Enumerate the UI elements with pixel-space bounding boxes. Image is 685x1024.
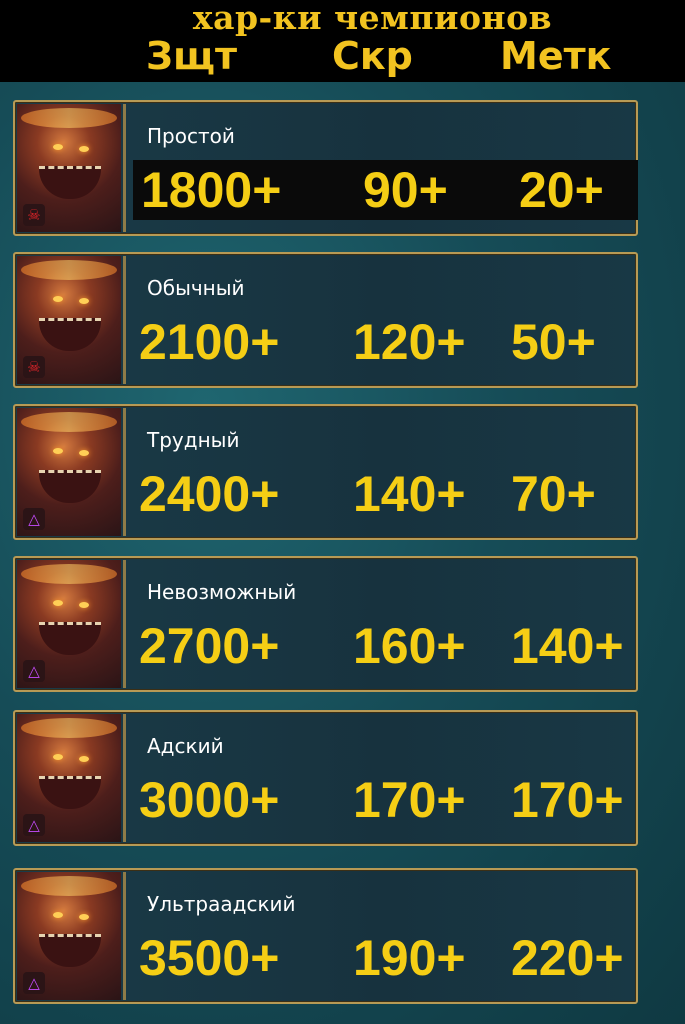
- accuracy-value: 20+: [519, 162, 604, 218]
- defense-value: 2100+: [139, 314, 280, 370]
- stat-values: 3000+ 170+ 170+: [133, 770, 638, 830]
- difficulty-row-easy[interactable]: ☠ Простой 1800+ 90+ 20+: [13, 100, 638, 236]
- stat-values: 2700+ 160+ 140+: [133, 616, 638, 676]
- header: хар-ки чемпионов Зщт Скр Метк: [0, 0, 685, 82]
- column-header-defense: Зщт: [146, 34, 238, 78]
- boss-portrait: ☠: [17, 104, 121, 232]
- defense-value: 3000+: [139, 772, 280, 828]
- difficulty-name: Ультраадский: [147, 892, 296, 916]
- difficulty-row-hell[interactable]: △ Адский 3000+ 170+ 170+: [13, 710, 638, 846]
- boss-portrait: △: [17, 408, 121, 536]
- boss-portrait: △: [17, 560, 121, 688]
- defense-value: 2400+: [139, 466, 280, 522]
- speed-value: 190+: [353, 930, 466, 986]
- boss-portrait: ☠: [17, 256, 121, 384]
- divider: [123, 104, 126, 232]
- column-header-accuracy: Метк: [500, 34, 612, 78]
- defense-value: 2700+: [139, 618, 280, 674]
- difficulty-name: Обычный: [147, 276, 245, 300]
- speed-value: 120+: [353, 314, 466, 370]
- divider: [123, 714, 126, 842]
- difficulty-row-normal[interactable]: ☠ Обычный 2100+ 120+ 50+: [13, 252, 638, 388]
- accuracy-value: 170+: [511, 772, 624, 828]
- boss-portrait: △: [17, 714, 121, 842]
- divider: [123, 560, 126, 688]
- difficulty-name: Адский: [147, 734, 224, 758]
- speed-value: 140+: [353, 466, 466, 522]
- speed-value: 160+: [353, 618, 466, 674]
- page: хар-ки чемпионов Зщт Скр Метк ☠ Простой …: [0, 0, 685, 1024]
- divider: [123, 872, 126, 1000]
- skull-icon: ☠: [23, 356, 45, 378]
- difficulty-name: Простой: [147, 124, 235, 148]
- defense-value: 3500+: [139, 930, 280, 986]
- difficulty-list: ☠ Простой 1800+ 90+ 20+ ☠ Обычный 2100+ …: [0, 82, 685, 1024]
- speed-value: 90+: [363, 162, 448, 218]
- boss-portrait: △: [17, 872, 121, 1000]
- skull-icon: ☠: [23, 204, 45, 226]
- accuracy-value: 70+: [511, 466, 596, 522]
- accuracy-value: 50+: [511, 314, 596, 370]
- stat-values: 2400+ 140+ 70+: [133, 464, 638, 524]
- triangle-icon: △: [23, 660, 45, 682]
- defense-value: 1800+: [141, 162, 282, 218]
- accuracy-value: 140+: [511, 618, 624, 674]
- speed-value: 170+: [353, 772, 466, 828]
- difficulty-row-ultra-hell[interactable]: △ Ультраадский 3500+ 190+ 220+: [13, 868, 638, 1004]
- stat-values: 2100+ 120+ 50+: [133, 312, 638, 372]
- difficulty-row-impossible[interactable]: △ Невозможный 2700+ 160+ 140+: [13, 556, 638, 692]
- difficulty-name: Невозможный: [147, 580, 297, 604]
- difficulty-name: Трудный: [147, 428, 240, 452]
- page-title: хар-ки чемпионов: [192, 0, 553, 37]
- triangle-icon: △: [23, 814, 45, 836]
- stat-values: 3500+ 190+ 220+: [133, 928, 638, 988]
- triangle-icon: △: [23, 508, 45, 530]
- difficulty-row-hard[interactable]: △ Трудный 2400+ 140+ 70+: [13, 404, 638, 540]
- stat-values: 1800+ 90+ 20+: [133, 160, 638, 220]
- divider: [123, 408, 126, 536]
- column-header-speed: Скр: [332, 34, 413, 78]
- divider: [123, 256, 126, 384]
- accuracy-value: 220+: [511, 930, 624, 986]
- triangle-icon: △: [23, 972, 45, 994]
